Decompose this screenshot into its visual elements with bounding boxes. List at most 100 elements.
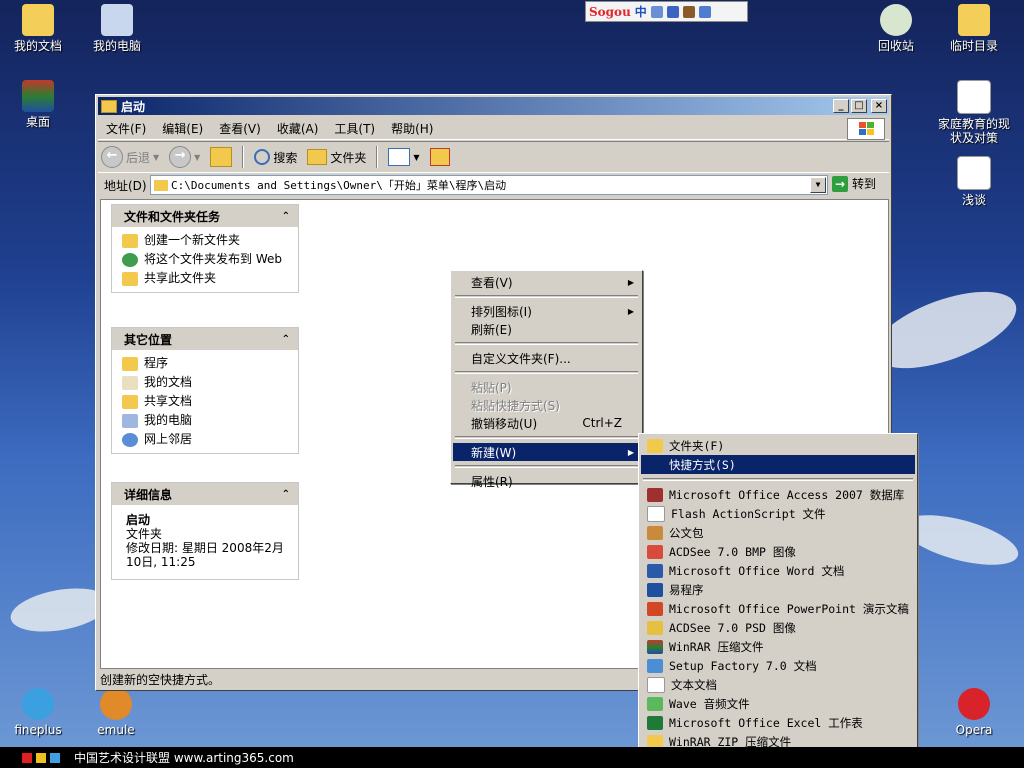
menu-tools[interactable]: 工具(T) xyxy=(326,120,383,137)
new-word-document[interactable]: Microsoft Office Word 文档 xyxy=(641,561,915,580)
menu-favorites[interactable]: 收藏(A) xyxy=(269,120,327,137)
panel-header[interactable]: 其它位置 ⌃ xyxy=(112,328,298,350)
new-powerpoint[interactable]: Microsoft Office PowerPoint 演示文稿 xyxy=(641,599,915,618)
menu-item-refresh[interactable]: 刷新(E) xyxy=(453,320,640,338)
moon-icon[interactable] xyxy=(650,5,663,18)
easy-program-icon xyxy=(647,582,663,597)
chevron-down-icon[interactable]: ▼ xyxy=(194,153,200,162)
task-share-folder[interactable]: 共享此文件夹 xyxy=(112,269,298,288)
menu-item-properties[interactable]: 属性(R) xyxy=(453,472,640,490)
close-button[interactable]: × xyxy=(871,99,887,113)
chevron-down-icon[interactable]: ▼ xyxy=(413,153,419,162)
desktop-icon-desktop[interactable]: 桌面 xyxy=(0,80,78,129)
menu-item-label: ACDSee 7.0 PSD 图像 xyxy=(669,620,796,635)
menu-item-label: 文本文档 xyxy=(671,677,717,692)
collapse-icon[interactable]: ⌃ xyxy=(282,211,290,222)
place-programs[interactable]: 程序 xyxy=(112,354,298,373)
desktop-icon-label: 我的文档 xyxy=(13,39,62,53)
toolbar-separator xyxy=(376,146,379,168)
bmp-image-icon xyxy=(647,544,663,559)
menu-edit[interactable]: 编辑(E) xyxy=(154,120,211,137)
submenu-arrow-icon: ▶ xyxy=(627,277,634,287)
menu-item-view[interactable]: 查看(V) ▶ xyxy=(453,273,640,291)
network-icon xyxy=(122,433,138,447)
views-button[interactable]: ▼ xyxy=(385,148,422,166)
new-acdsee-psd[interactable]: ACDSee 7.0 PSD 图像 xyxy=(641,618,915,637)
maximize-button[interactable]: □ xyxy=(851,99,867,113)
desktop-icon-my-documents[interactable]: 我的文档 xyxy=(0,4,78,53)
menu-item-new[interactable]: 新建(W) ▶ xyxy=(453,443,640,461)
access-icon xyxy=(647,487,663,502)
new-shortcut[interactable]: 快捷方式(S) xyxy=(641,455,915,474)
task-new-folder[interactable]: 创建一个新文件夹 xyxy=(112,231,298,250)
menu-item-label: 新建(W) xyxy=(471,445,517,460)
menu-help[interactable]: 帮助(H) xyxy=(383,120,441,137)
menu-item-arrange-icons[interactable]: 排列图标(I) ▶ xyxy=(453,302,640,320)
desktop-icon-temp-folder[interactable]: 临时目录 xyxy=(934,4,1014,53)
back-button[interactable]: ← 后退 ▼ xyxy=(98,146,162,168)
new-text-document[interactable]: 文本文档 xyxy=(641,675,915,694)
menu-file[interactable]: 文件(F) xyxy=(98,120,154,137)
menu-item-customize-folder[interactable]: 自定义文件夹(F)... xyxy=(453,349,640,367)
desktop-icon-my-computer[interactable]: 我的电脑 xyxy=(77,4,157,53)
desktop-icon-qiantan[interactable]: 浅谈 xyxy=(934,156,1014,207)
task-label: 共享此文件夹 xyxy=(144,271,217,285)
title-bar[interactable]: 启动 _ □ × xyxy=(98,97,889,115)
place-shared-documents[interactable]: 共享文档 xyxy=(112,392,298,411)
desktop-icon-fineplus[interactable]: fineplus xyxy=(0,688,78,737)
go-label: 转到 xyxy=(852,177,877,191)
back-arrow-icon: ← xyxy=(101,146,123,168)
search-button[interactable]: 搜索 xyxy=(251,149,300,166)
wave-audio-icon xyxy=(647,696,663,711)
psd-image-icon xyxy=(647,620,663,635)
desktop-icon-emule[interactable]: emule xyxy=(76,688,156,737)
collapse-icon[interactable]: ⌃ xyxy=(282,334,290,345)
folder-icon xyxy=(307,149,328,165)
menu-item-undo-move[interactable]: 撤销移动(U) Ctrl+Z xyxy=(453,414,640,432)
address-dropdown-button[interactable]: ▼ xyxy=(810,177,826,193)
place-network[interactable]: 网上邻居 xyxy=(112,430,298,449)
new-excel-worksheet[interactable]: Microsoft Office Excel 工作表 xyxy=(641,713,915,732)
new-wave-audio[interactable]: Wave 音频文件 xyxy=(641,694,915,713)
menu-item-label: 易程序 xyxy=(669,582,704,597)
new-winrar-archive[interactable]: WinRAR 压缩文件 xyxy=(641,637,915,656)
task-publish-web[interactable]: 将这个文件夹发布到 Web xyxy=(112,250,298,269)
go-button[interactable]: → 转到 xyxy=(832,175,876,192)
desktop-icon-recycle-bin[interactable]: 回收站 xyxy=(856,4,936,53)
desktop-icon-opera[interactable]: Opera xyxy=(934,688,1014,737)
views-icon xyxy=(388,148,411,166)
minimize-button[interactable]: _ xyxy=(833,99,849,113)
new-folder[interactable]: 文件夹(F) xyxy=(641,436,915,455)
new-access-database[interactable]: Microsoft Office Access 2007 数据库 xyxy=(641,485,915,504)
new-easy-program[interactable]: 易程序 xyxy=(641,580,915,599)
place-my-computer[interactable]: 我的电脑 xyxy=(112,411,298,430)
tools-icon[interactable] xyxy=(698,5,711,18)
collapse-icon[interactable]: ⌃ xyxy=(282,489,290,500)
folder-icon xyxy=(122,395,138,409)
desktop-icon-family-education[interactable]: 家庭教育的现状及对策 xyxy=(934,80,1014,145)
powerpoint-icon xyxy=(647,601,663,616)
menu-separator xyxy=(455,295,638,298)
new-flash-actionscript[interactable]: Flash ActionScript 文件 xyxy=(641,504,915,523)
sogou-input-bar[interactable]: Sogou 中 xyxy=(585,1,748,22)
my-documents-icon xyxy=(22,4,54,36)
new-setup-factory[interactable]: Setup Factory 7.0 文档 xyxy=(641,656,915,675)
place-my-documents[interactable]: 我的文档 xyxy=(112,373,298,392)
folder-sync-button[interactable] xyxy=(427,148,453,166)
panel-header[interactable]: 详细信息 ⌃ xyxy=(112,483,298,505)
menu-item-label: Microsoft Office Excel 工作表 xyxy=(669,715,863,730)
address-input[interactable]: C:\Documents and Settings\Owner\「开始」菜单\程… xyxy=(150,175,828,195)
keyboard-icon[interactable] xyxy=(666,5,679,18)
new-briefcase[interactable]: 公文包 xyxy=(641,523,915,542)
menu-view[interactable]: 查看(V) xyxy=(211,120,269,137)
folders-button[interactable]: 文件夹 xyxy=(304,149,369,166)
up-button[interactable] xyxy=(207,147,235,167)
panel-header[interactable]: 文件和文件夹任务 ⌃ xyxy=(112,205,298,227)
new-acdsee-bmp[interactable]: ACDSee 7.0 BMP 图像 xyxy=(641,542,915,561)
chevron-down-icon[interactable]: ▼ xyxy=(153,153,159,162)
input-mode-indicator[interactable]: 中 xyxy=(635,3,647,20)
skin-icon[interactable] xyxy=(682,5,695,18)
forward-button[interactable]: → ▼ xyxy=(166,146,203,168)
menu-item-label: 快捷方式(S) xyxy=(669,457,736,472)
desktop-icon-label: 桌面 xyxy=(25,115,50,129)
